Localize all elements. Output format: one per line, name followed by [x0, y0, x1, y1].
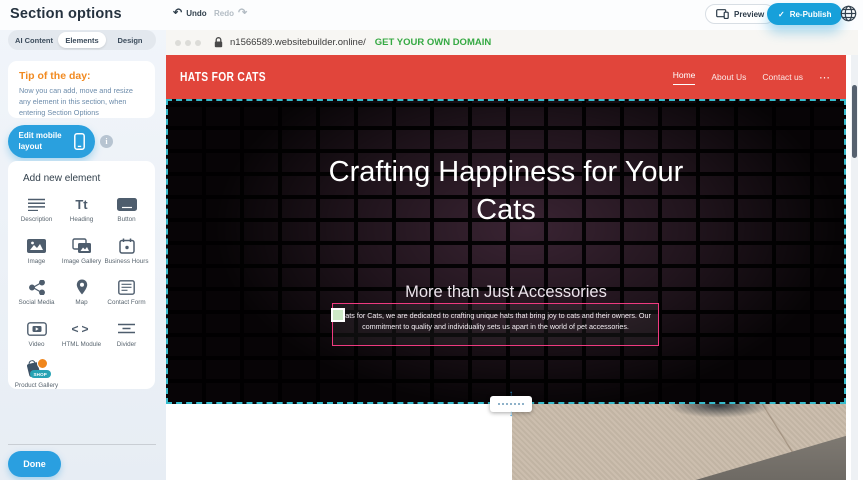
hero-section-selected[interactable]: Crafting Happiness for Your Cats More th… — [166, 99, 846, 404]
browser-bar: n1566589.websitebuilder.online/ GET YOUR… — [166, 30, 858, 55]
browser-dots-icon — [175, 40, 201, 46]
product-gallery-icon: SHOP — [14, 361, 59, 379]
preview-button[interactable]: Preview — [705, 4, 775, 24]
image-icon — [14, 237, 59, 255]
resize-down-arrow-icon: ↓ — [490, 410, 532, 418]
image-gallery-icon — [59, 237, 104, 255]
element-image-gallery[interactable]: Image Gallery — [59, 237, 104, 267]
site-url: n1566589.websitebuilder.online/ — [230, 37, 366, 48]
element-business-hours[interactable]: Business Hours — [104, 237, 149, 267]
website-builder-app: Section options ↶ Undo Redo ↷ Preview ✓ … — [0, 0, 863, 480]
tab-ai-content[interactable]: AI Content — [10, 32, 58, 48]
social-media-icon — [14, 278, 59, 296]
check-icon: ✓ — [778, 10, 785, 19]
element-drag-handle[interactable] — [331, 308, 345, 322]
nav-about-us[interactable]: About Us — [711, 72, 746, 82]
divider-icon — [104, 320, 149, 338]
tab-design[interactable]: Design — [106, 32, 154, 48]
done-button[interactable]: Done — [8, 451, 61, 477]
section-options-panel: AI Content Elements Design Tip of the da… — [0, 25, 166, 480]
element-contact-form[interactable]: Contact Form — [104, 278, 149, 308]
element-video[interactable]: Video — [14, 320, 59, 350]
add-element-card: Add new element Description Tt Heading — [8, 161, 155, 389]
element-map[interactable]: Map — [59, 278, 104, 308]
site-header[interactable]: HATS FOR CATS Home About Us Contact us ⋯ — [166, 55, 846, 99]
element-html-module[interactable]: <> HTML Module — [59, 320, 104, 350]
video-icon — [14, 320, 59, 338]
hero-heading[interactable]: Crafting Happiness for Your Cats — [168, 153, 844, 230]
button-icon — [104, 195, 149, 213]
republish-button[interactable]: ✓ Re-Publish — [767, 3, 842, 25]
element-description[interactable]: Description — [14, 195, 59, 225]
get-domain-link[interactable]: GET YOUR OWN DOMAIN — [375, 37, 491, 48]
carpet-photo — [512, 404, 846, 480]
site-nav: Home About Us Contact us ⋯ — [673, 55, 830, 99]
info-icon[interactable]: i — [100, 135, 113, 148]
topbar: Section options ↶ Undo Redo ↷ Preview ✓ … — [0, 0, 863, 30]
shop-badge: SHOP — [30, 370, 51, 378]
edit-mobile-layout-button[interactable]: Edit mobile layout — [8, 125, 95, 158]
hero-paragraph-element[interactable]: Hats for Cats, we are dedicated to craft… — [332, 303, 659, 346]
tip-of-the-day-card: Tip of the day: Now you can add, move an… — [8, 61, 155, 118]
element-image[interactable]: Image — [14, 237, 59, 267]
map-pin-icon — [59, 278, 104, 296]
element-grid: Description Tt Heading Button Ima — [8, 195, 155, 391]
lock-icon — [214, 37, 223, 48]
price-badge-icon — [37, 358, 48, 369]
tab-elements[interactable]: Elements — [58, 32, 106, 48]
contact-form-icon — [104, 278, 149, 296]
tip-title: Tip of the day: — [19, 70, 144, 82]
heading-tt-icon: Tt — [59, 195, 104, 213]
business-hours-icon — [104, 237, 149, 255]
undo-button[interactable]: ↶ Undo — [173, 8, 207, 19]
redo-button[interactable]: Redo ↷ — [214, 8, 247, 19]
devices-icon — [716, 9, 729, 19]
site-logo[interactable]: HATS FOR CATS — [180, 70, 266, 84]
nav-more-icon[interactable]: ⋯ — [819, 71, 830, 84]
panel-tabs: AI Content Elements Design — [8, 30, 156, 50]
preview-scrollbar[interactable] — [851, 55, 858, 480]
section-resize-handle[interactable]: ↑ ↓ — [490, 396, 532, 412]
html-module-icon: <> — [59, 320, 104, 338]
mobile-phone-icon — [74, 133, 85, 150]
element-divider[interactable]: Divider — [104, 320, 149, 350]
description-lines-icon — [14, 195, 59, 213]
element-product-gallery[interactable]: SHOP Product Gallery — [14, 361, 59, 391]
undo-icon: ↶ — [173, 8, 182, 19]
carpet-shadow — [512, 404, 846, 480]
scrollbar-thumb[interactable] — [852, 85, 857, 158]
element-social-media[interactable]: Social Media — [14, 278, 59, 308]
nav-home[interactable]: Home — [673, 70, 696, 85]
site-preview: n1566589.websitebuilder.online/ GET YOUR… — [166, 30, 858, 480]
panel-divider — [8, 444, 156, 445]
resize-grip-icon — [498, 403, 524, 405]
add-element-title: Add new element — [23, 173, 155, 184]
element-heading[interactable]: Tt Heading — [59, 195, 104, 225]
hero-subheading[interactable]: More than Just Accessories — [168, 283, 844, 302]
redo-icon: ↷ — [238, 8, 247, 19]
element-button[interactable]: Button — [104, 195, 149, 225]
nav-contact-us[interactable]: Contact us — [762, 72, 803, 82]
tip-body: Now you can add, move and resize any ele… — [19, 86, 144, 119]
language-globe-button[interactable] — [840, 5, 857, 22]
resize-up-arrow-icon: ↑ — [490, 390, 532, 398]
page-title: Section options — [10, 6, 122, 22]
